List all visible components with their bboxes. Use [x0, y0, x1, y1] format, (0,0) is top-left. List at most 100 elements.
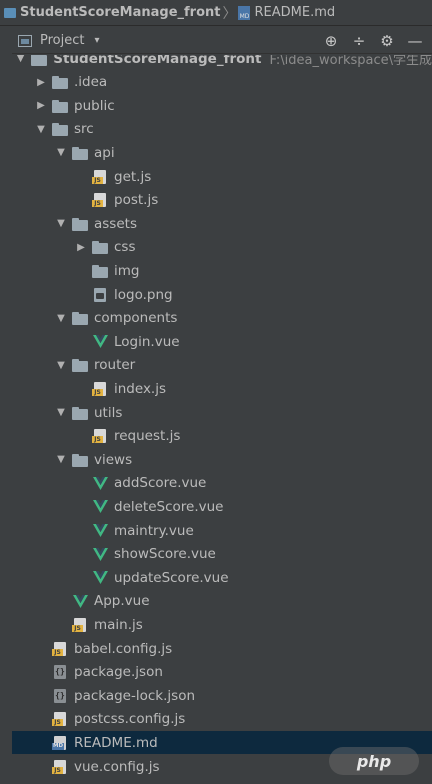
tree-item-label: assets: [94, 215, 137, 232]
markdown-file-icon: MD: [238, 5, 251, 20]
watermark-logo: php: [329, 747, 419, 775]
js-file-icon: [92, 169, 108, 184]
breadcrumb-project-label: StudentScoreManage_front: [20, 5, 221, 20]
tree-file-row[interactable]: showScore.vue: [12, 543, 432, 566]
tree-item-label: api: [94, 144, 115, 161]
breadcrumb-project[interactable]: StudentScoreManage_front: [0, 0, 224, 26]
vue-file-icon: [92, 335, 108, 349]
vue-file-icon: [92, 547, 108, 561]
folder-icon: [72, 311, 88, 326]
tree-file-row[interactable]: post.js: [12, 189, 432, 212]
tree-folder-row[interactable]: ▶ public: [12, 94, 432, 117]
tree-folder-row[interactable]: img: [12, 259, 432, 282]
js-file-icon: [92, 193, 108, 208]
expand-arrow-icon[interactable]: ▼: [14, 55, 27, 66]
folder-icon: [4, 7, 16, 18]
tree-file-row[interactable]: updateScore.vue: [12, 566, 432, 589]
tree-item-label: package.json: [74, 664, 163, 681]
folder-icon: [52, 122, 68, 137]
js-file-icon: [92, 381, 108, 396]
folder-icon: [72, 358, 88, 373]
expand-arrow-icon[interactable]: ▼: [54, 217, 68, 231]
breadcrumb-separator-icon: 〉: [222, 5, 237, 22]
tree-file-row[interactable]: main.js: [12, 613, 432, 636]
breadcrumb-file-label: README.md: [254, 5, 336, 20]
expand-arrow-icon[interactable]: ▼: [54, 146, 68, 160]
tree-item-label: img: [114, 262, 140, 279]
tree-folder-row[interactable]: ▼ api: [12, 141, 432, 164]
project-view-selector[interactable]: Project ▾: [12, 28, 106, 54]
tree-item-label: index.js: [114, 380, 167, 397]
collapse-arrow-icon[interactable]: ▶: [34, 99, 48, 113]
tree-item-label: maintry.vue: [114, 522, 194, 539]
crosshair-icon[interactable]: ⊕: [320, 30, 342, 52]
tree-folder-row[interactable]: ▼ StudentScoreManage_front F:\idea_workspa…: [12, 55, 432, 70]
tree-item-label: router: [94, 357, 136, 374]
tree-file-row[interactable]: Login.vue: [12, 330, 432, 353]
ide-window: StudentScoreManage_front 〉 MD README.md …: [0, 0, 432, 784]
expand-arrow-icon[interactable]: ▼: [54, 358, 68, 372]
tree-file-row[interactable]: index.js: [12, 377, 432, 400]
tree-item-label: utils: [94, 404, 123, 421]
folder-icon: [92, 264, 108, 278]
vue-file-icon: [92, 571, 108, 585]
tree-file-row[interactable]: package.json: [12, 661, 432, 684]
collapse-arrow-icon[interactable]: ▶: [34, 75, 48, 89]
collapse-all-icon[interactable]: ÷: [348, 30, 370, 52]
tree-item-label: css: [114, 239, 136, 256]
project-toolwindow-header: Project ▾ ⊕ ÷ ⚙ —: [12, 28, 432, 54]
tree-folder-row[interactable]: ▶ css: [12, 236, 432, 259]
gear-icon[interactable]: ⚙: [376, 30, 398, 52]
json-file-icon: [52, 665, 68, 680]
tree-file-row[interactable]: logo.png: [12, 283, 432, 306]
tree-file-row[interactable]: request.js: [12, 425, 432, 448]
folder-icon: [31, 55, 48, 66]
tree-folder-row[interactable]: ▼ views: [12, 448, 432, 471]
tree-item-label: request.js: [114, 428, 181, 445]
tree-folder-row[interactable]: ▼ router: [12, 354, 432, 377]
tree-file-row[interactable]: addScore.vue: [12, 472, 432, 495]
tree-item-label: babel.config.js: [74, 640, 173, 657]
expand-arrow-icon[interactable]: ▼: [54, 406, 68, 420]
tree-file-row[interactable]: get.js: [12, 165, 432, 188]
tree-file-row[interactable]: package-lock.json: [12, 684, 432, 707]
tree-file-row[interactable]: babel.config.js: [12, 637, 432, 660]
tree-file-row[interactable]: postcss.config.js: [12, 708, 432, 731]
collapse-arrow-icon[interactable]: ▶: [74, 240, 88, 254]
tree-item-label: main.js: [94, 616, 143, 633]
tree-item-label: package-lock.json: [74, 687, 196, 704]
expand-arrow-icon[interactable]: ▼: [54, 453, 68, 467]
js-file-icon: [92, 429, 108, 444]
minimize-icon[interactable]: —: [404, 30, 426, 52]
tree-item-label: vue.config.js: [74, 758, 160, 775]
folder-icon: [72, 146, 88, 160]
tree-file-row[interactable]: App.vue: [12, 590, 432, 613]
folder-icon: [52, 99, 68, 113]
folder-icon: [72, 217, 88, 231]
tree-file-row[interactable]: maintry.vue: [12, 519, 432, 542]
tree-folder-row[interactable]: ▶ .idea: [12, 71, 432, 94]
breadcrumb-file[interactable]: MD README.md: [234, 0, 339, 26]
tree-item-label: StudentScoreManage_front: [53, 55, 262, 67]
project-path: F:\idea_workspace\学生成: [269, 55, 432, 68]
tree-folder-row[interactable]: ▼ utils: [12, 401, 432, 424]
tree-item-label: README.md: [74, 734, 158, 751]
tree-item-label: deleteScore.vue: [114, 498, 224, 515]
expand-arrow-icon[interactable]: ▼: [34, 122, 48, 136]
folder-icon: [72, 453, 88, 467]
tree-item-label: views: [94, 451, 133, 468]
breadcrumb: StudentScoreManage_front 〉 MD README.md: [0, 0, 432, 26]
tree-item-label: Login.vue: [114, 333, 180, 350]
tree-folder-row[interactable]: ▼ src: [12, 118, 432, 141]
tree-folder-row[interactable]: ▼ components: [12, 307, 432, 330]
tree-item-label: components: [94, 310, 178, 327]
expand-arrow-icon[interactable]: ▼: [54, 311, 68, 325]
js-file-icon: [52, 641, 68, 656]
folder-icon: [52, 75, 68, 90]
tree-item-label: updateScore.vue: [114, 569, 229, 586]
tree-folder-row[interactable]: ▼ assets: [12, 212, 432, 235]
project-icon: [18, 34, 32, 47]
tree-file-row[interactable]: deleteScore.vue: [12, 495, 432, 518]
tree-item-label: logo.png: [114, 286, 173, 303]
tree-item-label: get.js: [114, 168, 152, 185]
